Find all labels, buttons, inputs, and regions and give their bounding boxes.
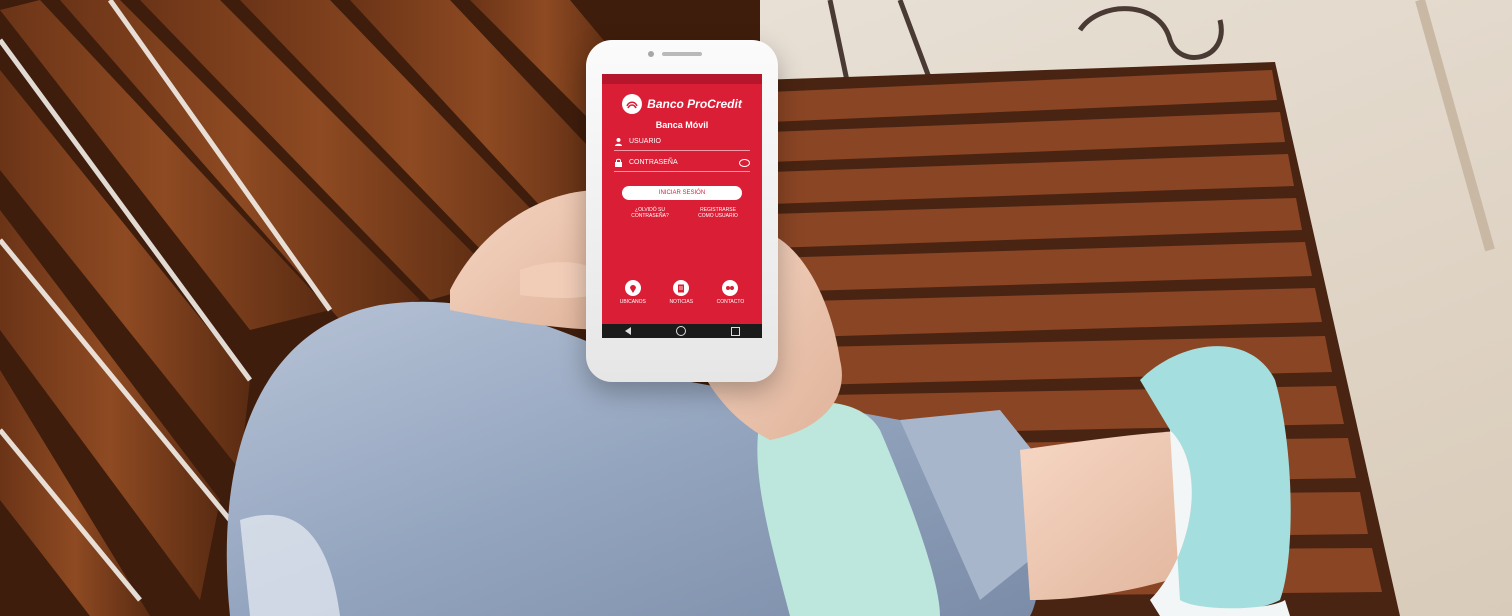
username-placeholder: USUARIO xyxy=(629,138,661,145)
app-title: Banca Móvil xyxy=(655,120,709,130)
login-button[interactable]: INICIAR SESIÓN xyxy=(622,186,742,200)
smartphone: Banco ProCredit Banca Móvil USUARIO CONT… xyxy=(586,40,778,382)
register-link[interactable]: REGISTRARSE COMO USUARIO xyxy=(694,207,742,219)
recent-apps-icon[interactable] xyxy=(730,326,740,336)
shortcut-location[interactable]: UBICANOS xyxy=(620,280,646,305)
earpiece-speaker xyxy=(662,52,702,56)
procredit-logo-icon xyxy=(622,94,643,114)
back-icon[interactable] xyxy=(624,327,631,335)
home-icon[interactable] xyxy=(675,326,686,336)
lock-icon xyxy=(614,158,623,167)
password-field[interactable]: CONTRASEÑA xyxy=(614,158,750,172)
news-icon xyxy=(673,280,690,296)
bottom-shortcuts: UBICANOS NOTICIAS CONTACTO xyxy=(602,280,762,305)
brand-name: Banco ProCredit xyxy=(647,97,742,111)
account-links: ¿OLVIDÓ SU CONTRASEÑA? REGISTRARSE COMO … xyxy=(626,207,742,219)
front-camera-icon xyxy=(648,51,654,57)
brand-header: Banco ProCredit xyxy=(602,94,762,114)
user-icon xyxy=(614,137,623,146)
shortcut-location-label: UBICANOS xyxy=(619,299,646,305)
shortcut-contact[interactable]: CONTACTO xyxy=(716,280,745,305)
location-icon xyxy=(624,280,641,296)
photo-scene: Banco ProCredit Banca Móvil USUARIO CONT… xyxy=(0,0,1512,616)
shortcut-news[interactable]: NOTICIAS xyxy=(669,280,693,305)
password-placeholder: CONTRASEÑA xyxy=(629,159,678,166)
phone-screen: Banco ProCredit Banca Móvil USUARIO CONT… xyxy=(602,74,762,338)
forgot-password-link[interactable]: ¿OLVIDÓ SU CONTRASEÑA? xyxy=(626,207,674,219)
username-field[interactable]: USUARIO xyxy=(614,137,750,151)
status-bar xyxy=(602,74,762,84)
android-nav-bar xyxy=(602,324,762,338)
shortcut-contact-label: CONTACTO xyxy=(716,299,745,305)
show-password-icon[interactable] xyxy=(739,158,750,167)
shortcut-news-label: NOTICIAS xyxy=(669,299,694,305)
contact-icon xyxy=(722,280,739,296)
